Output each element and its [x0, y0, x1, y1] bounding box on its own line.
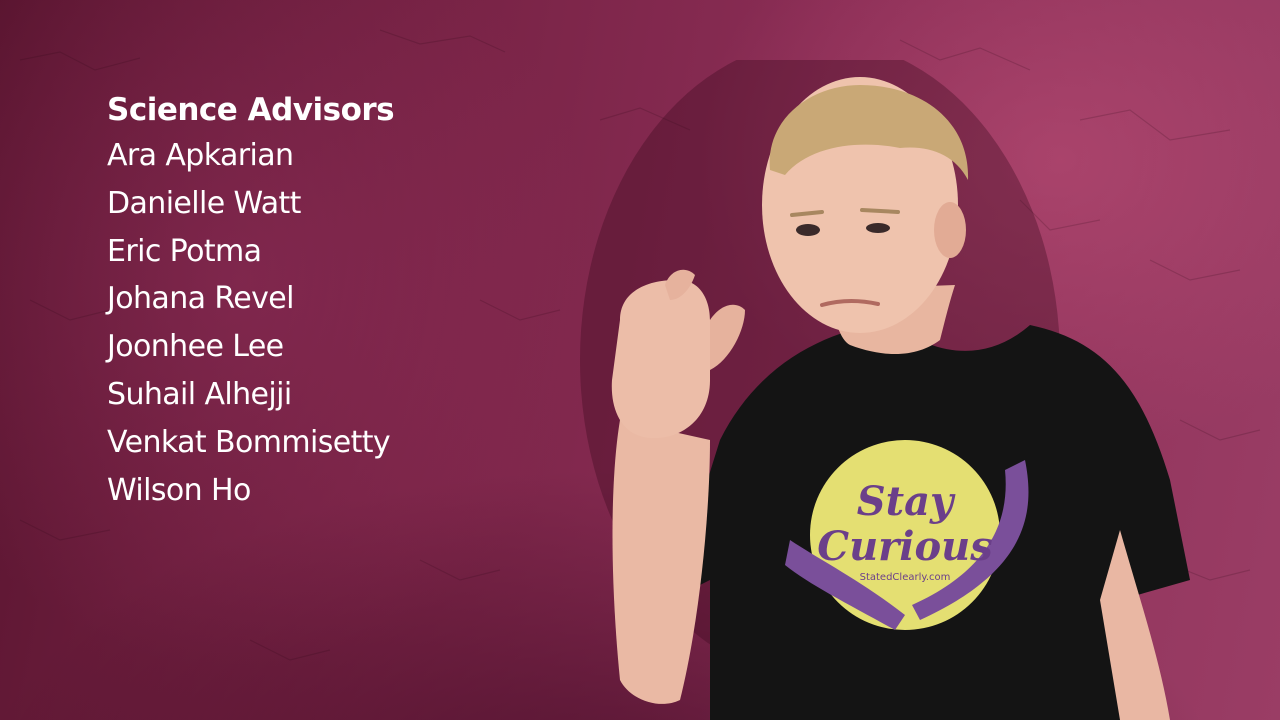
raised-forearm	[612, 420, 710, 704]
advisor-list: Ara Apkarian Danielle Watt Eric Potma Jo…	[107, 132, 447, 514]
pinching-hand	[611, 279, 710, 439]
shirt-logo-line2: Curious	[817, 523, 992, 570]
shirt-logo-site: StatedClearly.com	[860, 572, 951, 583]
presenter: Stay Curious StatedClearly.com	[580, 60, 1190, 720]
advisor-name: Suhail Alhejji	[107, 376, 292, 412]
right-eyebrow	[860, 208, 900, 214]
shirt-logo-line1: Stay	[857, 478, 956, 525]
credits-heading: Science Advisors	[107, 92, 395, 128]
ear	[934, 202, 966, 258]
advisor-name: Danielle Watt	[107, 185, 301, 221]
right-eye	[866, 223, 890, 233]
advisor-name: Eric Potma	[107, 233, 262, 269]
advisor-name: Johana Revel	[107, 281, 294, 317]
left-eye	[796, 224, 820, 236]
advisor-name: Ara Apkarian	[107, 138, 294, 173]
advisor-name: Venkat Bommisetty	[107, 424, 391, 460]
video-frame: Science Advisors Ara Apkarian Danielle W…	[0, 0, 1280, 720]
credits-overlay: Science Advisors Ara Apkarian Danielle W…	[107, 88, 447, 514]
advisor-name: Joonhee Lee	[107, 329, 284, 365]
advisor-name: Wilson Ho	[107, 472, 251, 508]
